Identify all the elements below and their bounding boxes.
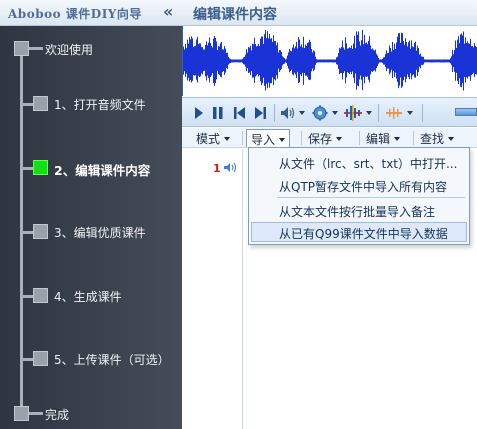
split-dropdown-arrow-icon[interactable] <box>366 111 372 115</box>
skip-forward-icon[interactable] <box>253 105 267 121</box>
menu-save-label: 保存 <box>308 132 333 146</box>
step-label: 4、生成课件 <box>54 290 122 304</box>
waveform-graphic <box>183 29 477 91</box>
settings-dropdown-arrow-icon[interactable] <box>332 111 338 115</box>
step-label: 1、打开音频文件 <box>54 98 146 112</box>
menu-mode[interactable]: 模式 <box>192 129 234 147</box>
step-connector <box>29 412 43 415</box>
step-label: 欢迎使用 <box>45 43 94 57</box>
chevron-down-icon <box>336 137 343 141</box>
import-notes-from-text-item[interactable]: 从文本文件按行批量导入备注 <box>251 200 467 220</box>
step-node-icon <box>33 224 48 239</box>
step-node-icon <box>14 41 29 56</box>
gutter-divider <box>242 149 243 429</box>
step-node-icon <box>33 351 48 366</box>
step-label: 2、编辑课件内容 <box>54 163 151 178</box>
chevron-down-icon <box>448 137 455 141</box>
menu-edit[interactable]: 编辑 <box>362 129 404 147</box>
player-toolbar <box>182 97 477 127</box>
menu-find[interactable]: 查找 <box>416 129 458 147</box>
volume-dropdown-arrow-icon[interactable] <box>299 111 305 115</box>
chevron-down-icon <box>279 138 286 142</box>
import-from-q99-item[interactable]: 从已有Q99课件文件中导入数据 <box>251 222 467 242</box>
menu-separator <box>301 131 302 145</box>
import-from-file-item[interactable]: 从文件（lrc、srt、txt）中打开... <box>251 152 467 172</box>
menu-bar: 模式 导入 保存 编辑 查找 <box>182 128 477 148</box>
step-node-active-icon <box>33 160 48 175</box>
marker-icon[interactable] <box>386 105 402 121</box>
chevron-down-icon <box>394 137 401 141</box>
audio-waveform-panel[interactable] <box>182 26 477 96</box>
step-label: 完成 <box>45 408 70 422</box>
toolbar-separator <box>274 104 275 122</box>
import-dropdown-menu: 从文件（lrc、srt、txt）中打开... 从QTP暂存文件中导入所有内容 从… <box>248 147 470 245</box>
menu-save[interactable]: 保存 <box>304 129 346 147</box>
menu-separator <box>277 197 465 198</box>
pause-icon[interactable] <box>212 105 224 121</box>
menu-mode-label: 模式 <box>196 132 221 146</box>
menu-separator <box>359 131 360 145</box>
volume-icon[interactable] <box>280 105 296 121</box>
app-title: Aboboo 课件DIY向导 <box>8 7 142 21</box>
toolbar-separator <box>378 104 379 122</box>
page-title: 编辑课件内容 <box>193 7 277 23</box>
step-node-icon <box>14 406 29 421</box>
chevron-down-icon <box>224 137 231 141</box>
import-from-qtp-item[interactable]: 从QTP暂存文件中导入所有内容 <box>251 175 467 195</box>
step-node-icon <box>33 288 48 303</box>
step-node-icon <box>33 96 48 111</box>
wizard-title-bar: Aboboo 课件DIY向导 « 编辑课件内容 <box>0 0 477 26</box>
menu-import[interactable]: 导入 <box>246 129 291 147</box>
menu-edit-label: 编辑 <box>366 132 391 146</box>
step-label: 3、编辑优质课件 <box>54 226 146 240</box>
menu-separator <box>413 131 414 145</box>
step-connector <box>29 47 43 50</box>
row-number: 1 <box>213 162 221 175</box>
waveform-split-icon[interactable] <box>344 105 362 121</box>
collapse-sidebar-button[interactable]: « <box>163 2 173 21</box>
speaker-play-icon[interactable] <box>224 162 237 173</box>
play-icon[interactable] <box>194 105 204 121</box>
step-label: 5、上传课件（可选） <box>54 353 170 367</box>
menu-import-label: 导入 <box>251 133 276 147</box>
skip-back-icon[interactable] <box>233 105 247 121</box>
menu-separator <box>242 131 243 145</box>
marker-dropdown-arrow-icon[interactable] <box>407 111 413 115</box>
toolbar-separator <box>422 104 423 122</box>
menu-find-label: 查找 <box>420 132 445 146</box>
settings-gear-icon[interactable] <box>312 105 328 121</box>
volume-level-bar[interactable] <box>455 108 477 116</box>
wizard-steps-sidebar: 欢迎使用 1、打开音频文件 2、编辑课件内容 3、编辑优质课件 4、生成课件 5… <box>0 26 182 429</box>
